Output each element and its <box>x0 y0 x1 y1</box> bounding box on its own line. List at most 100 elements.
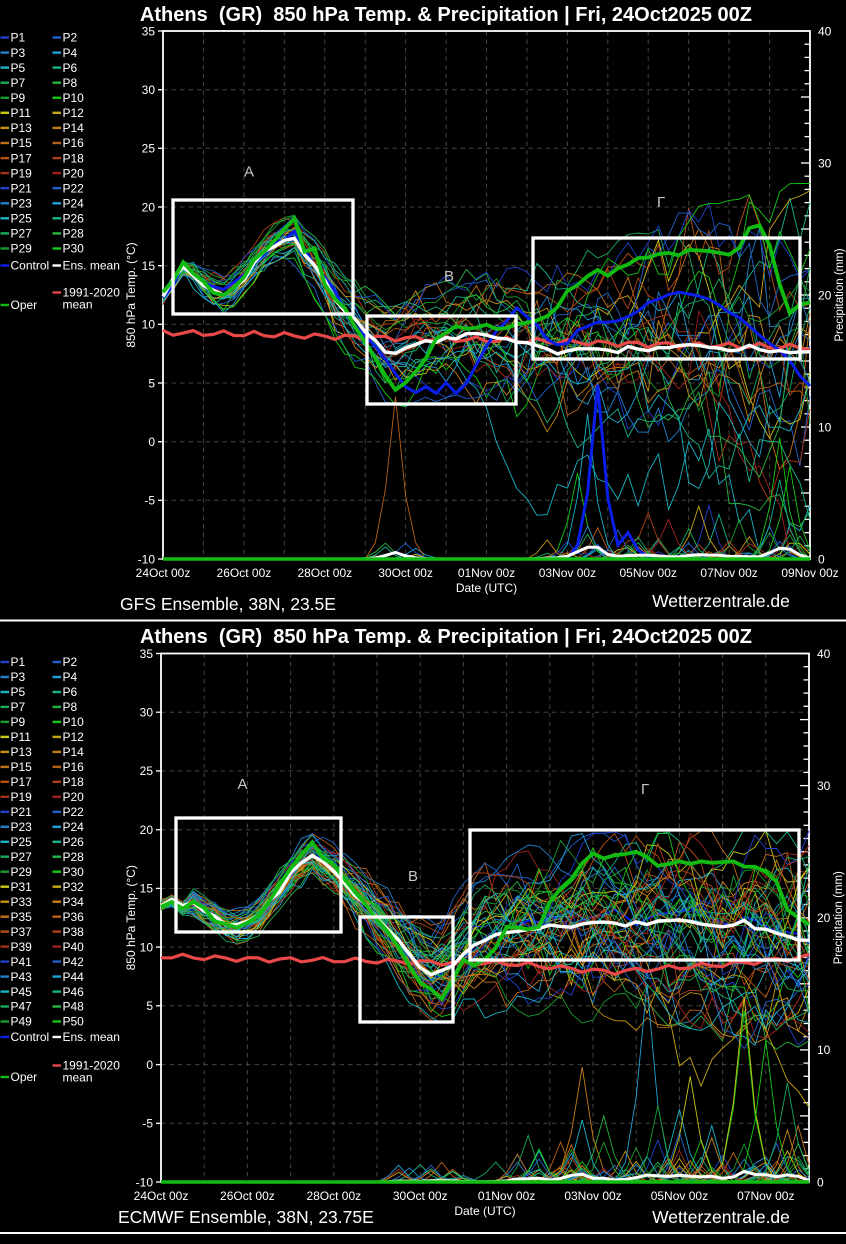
svg-text:P1: P1 <box>11 31 26 45</box>
svg-text:P10: P10 <box>63 91 85 105</box>
svg-text:P15: P15 <box>11 760 33 774</box>
svg-text:24Oct 00z: 24Oct 00z <box>134 1189 189 1203</box>
svg-text:P13: P13 <box>11 121 33 135</box>
svg-text:P16: P16 <box>63 760 85 774</box>
svg-text:Oper: Oper <box>11 1070 38 1084</box>
svg-text:26Oct 00z: 26Oct 00z <box>217 566 272 580</box>
svg-text:P16: P16 <box>63 136 85 150</box>
svg-text:P6: P6 <box>63 61 78 75</box>
svg-text:P7: P7 <box>11 76 26 90</box>
svg-text:-10: -10 <box>136 1175 154 1189</box>
svg-text:20: 20 <box>142 200 156 214</box>
svg-text:P18: P18 <box>63 151 85 165</box>
svg-text:850 hPa Temp. (°C): 850 hPa Temp. (°C) <box>124 242 138 347</box>
svg-text:P19: P19 <box>11 790 33 804</box>
svg-text:30: 30 <box>140 706 154 720</box>
svg-text:25: 25 <box>142 142 156 156</box>
svg-text:24Oct 00z: 24Oct 00z <box>136 566 191 580</box>
svg-text:P24: P24 <box>63 197 85 211</box>
svg-text:P5: P5 <box>11 61 26 75</box>
svg-text:09Nov 00z: 09Nov 00z <box>781 566 838 580</box>
svg-text:P23: P23 <box>11 197 33 211</box>
svg-text:Athens (GR) 850 hPa Temp. &: Athens (GR) 850 hPa Temp. & Precipitatio… <box>140 4 752 26</box>
svg-text:Precipitation (mm): Precipitation (mm) <box>834 248 846 341</box>
svg-text:P7: P7 <box>11 700 26 714</box>
svg-text:-10: -10 <box>138 552 156 566</box>
svg-text:Control: Control <box>11 259 50 273</box>
svg-text:P8: P8 <box>63 700 78 714</box>
svg-text:20: 20 <box>140 823 154 837</box>
svg-text:mean: mean <box>63 298 93 312</box>
svg-text:P17: P17 <box>11 775 33 789</box>
svg-text:20: 20 <box>817 911 831 925</box>
svg-text:ECMWF Ensemble, 38N, 23.75E: ECMWF Ensemble, 38N, 23.75E <box>118 1207 374 1227</box>
svg-text:26Oct 00z: 26Oct 00z <box>220 1189 275 1203</box>
svg-text:P36: P36 <box>63 910 85 924</box>
svg-text:P49: P49 <box>11 1015 33 1029</box>
svg-text:P30: P30 <box>63 865 85 879</box>
svg-text:P47: P47 <box>11 1000 33 1014</box>
svg-text:P43: P43 <box>11 970 33 984</box>
svg-text:Γ: Γ <box>657 194 665 211</box>
svg-text:10: 10 <box>142 318 156 332</box>
svg-text:03Nov 00z: 03Nov 00z <box>564 1189 621 1203</box>
svg-text:P9: P9 <box>11 715 26 729</box>
svg-text:A: A <box>238 776 248 793</box>
svg-text:Control: Control <box>11 1030 50 1044</box>
svg-text:40: 40 <box>818 24 832 38</box>
svg-text:P26: P26 <box>63 835 85 849</box>
svg-text:0: 0 <box>817 1175 824 1189</box>
svg-text:P37: P37 <box>11 925 33 939</box>
svg-text:Precipitation (mm): Precipitation (mm) <box>833 871 845 964</box>
svg-text:0: 0 <box>148 435 155 449</box>
svg-text:10: 10 <box>140 940 154 954</box>
svg-text:35: 35 <box>142 24 156 38</box>
svg-text:P12: P12 <box>63 730 85 744</box>
svg-text:P14: P14 <box>63 121 85 135</box>
svg-text:P18: P18 <box>63 775 85 789</box>
svg-text:P2: P2 <box>63 31 78 45</box>
svg-text:10: 10 <box>817 1043 831 1057</box>
svg-text:Wetterzentrale.de: Wetterzentrale.de <box>652 591 790 611</box>
svg-text:5: 5 <box>146 999 153 1013</box>
svg-text:P27: P27 <box>11 850 33 864</box>
svg-text:P27: P27 <box>11 227 33 241</box>
svg-text:P20: P20 <box>63 166 85 180</box>
svg-text:P38: P38 <box>63 925 85 939</box>
svg-text:15: 15 <box>142 259 156 273</box>
svg-text:P11: P11 <box>11 730 32 744</box>
svg-text:5: 5 <box>148 376 155 390</box>
svg-text:30Oct 00z: 30Oct 00z <box>393 1189 448 1203</box>
svg-text:P42: P42 <box>63 955 85 969</box>
svg-text:28Oct 00z: 28Oct 00z <box>306 1189 361 1203</box>
svg-text:B: B <box>408 868 418 885</box>
svg-text:P2: P2 <box>63 655 78 669</box>
svg-text:P46: P46 <box>63 985 85 999</box>
svg-text:P24: P24 <box>63 820 85 834</box>
svg-text:P44: P44 <box>63 970 85 984</box>
svg-text:30Oct 00z: 30Oct 00z <box>378 566 433 580</box>
svg-text:GFS Ensemble, 38N, 23.5E: GFS Ensemble, 38N, 23.5E <box>120 594 336 614</box>
svg-text:P3: P3 <box>11 46 26 60</box>
svg-text:P23: P23 <box>11 820 33 834</box>
svg-text:07Nov 00z: 07Nov 00z <box>737 1189 794 1203</box>
svg-text:P4: P4 <box>63 670 78 684</box>
svg-text:mean: mean <box>63 1071 93 1085</box>
svg-text:35: 35 <box>140 647 154 661</box>
svg-text:P12: P12 <box>63 106 85 120</box>
svg-text:40: 40 <box>817 647 831 661</box>
svg-text:P13: P13 <box>11 745 33 759</box>
svg-text:01Nov 00z: 01Nov 00z <box>458 566 515 580</box>
svg-text:Athens (GR) 850 hPa Temp. &: Athens (GR) 850 hPa Temp. & Precipitatio… <box>140 626 752 648</box>
svg-text:P26: P26 <box>63 212 85 226</box>
svg-text:P15: P15 <box>11 136 33 150</box>
svg-text:P8: P8 <box>63 76 78 90</box>
svg-text:A: A <box>244 164 254 181</box>
svg-text:0: 0 <box>818 552 825 566</box>
svg-text:P20: P20 <box>63 790 85 804</box>
svg-text:P3: P3 <box>11 670 26 684</box>
svg-text:05Nov 00z: 05Nov 00z <box>651 1189 708 1203</box>
svg-text:P34: P34 <box>63 895 85 909</box>
svg-text:P29: P29 <box>11 242 33 256</box>
svg-text:P5: P5 <box>11 685 26 699</box>
